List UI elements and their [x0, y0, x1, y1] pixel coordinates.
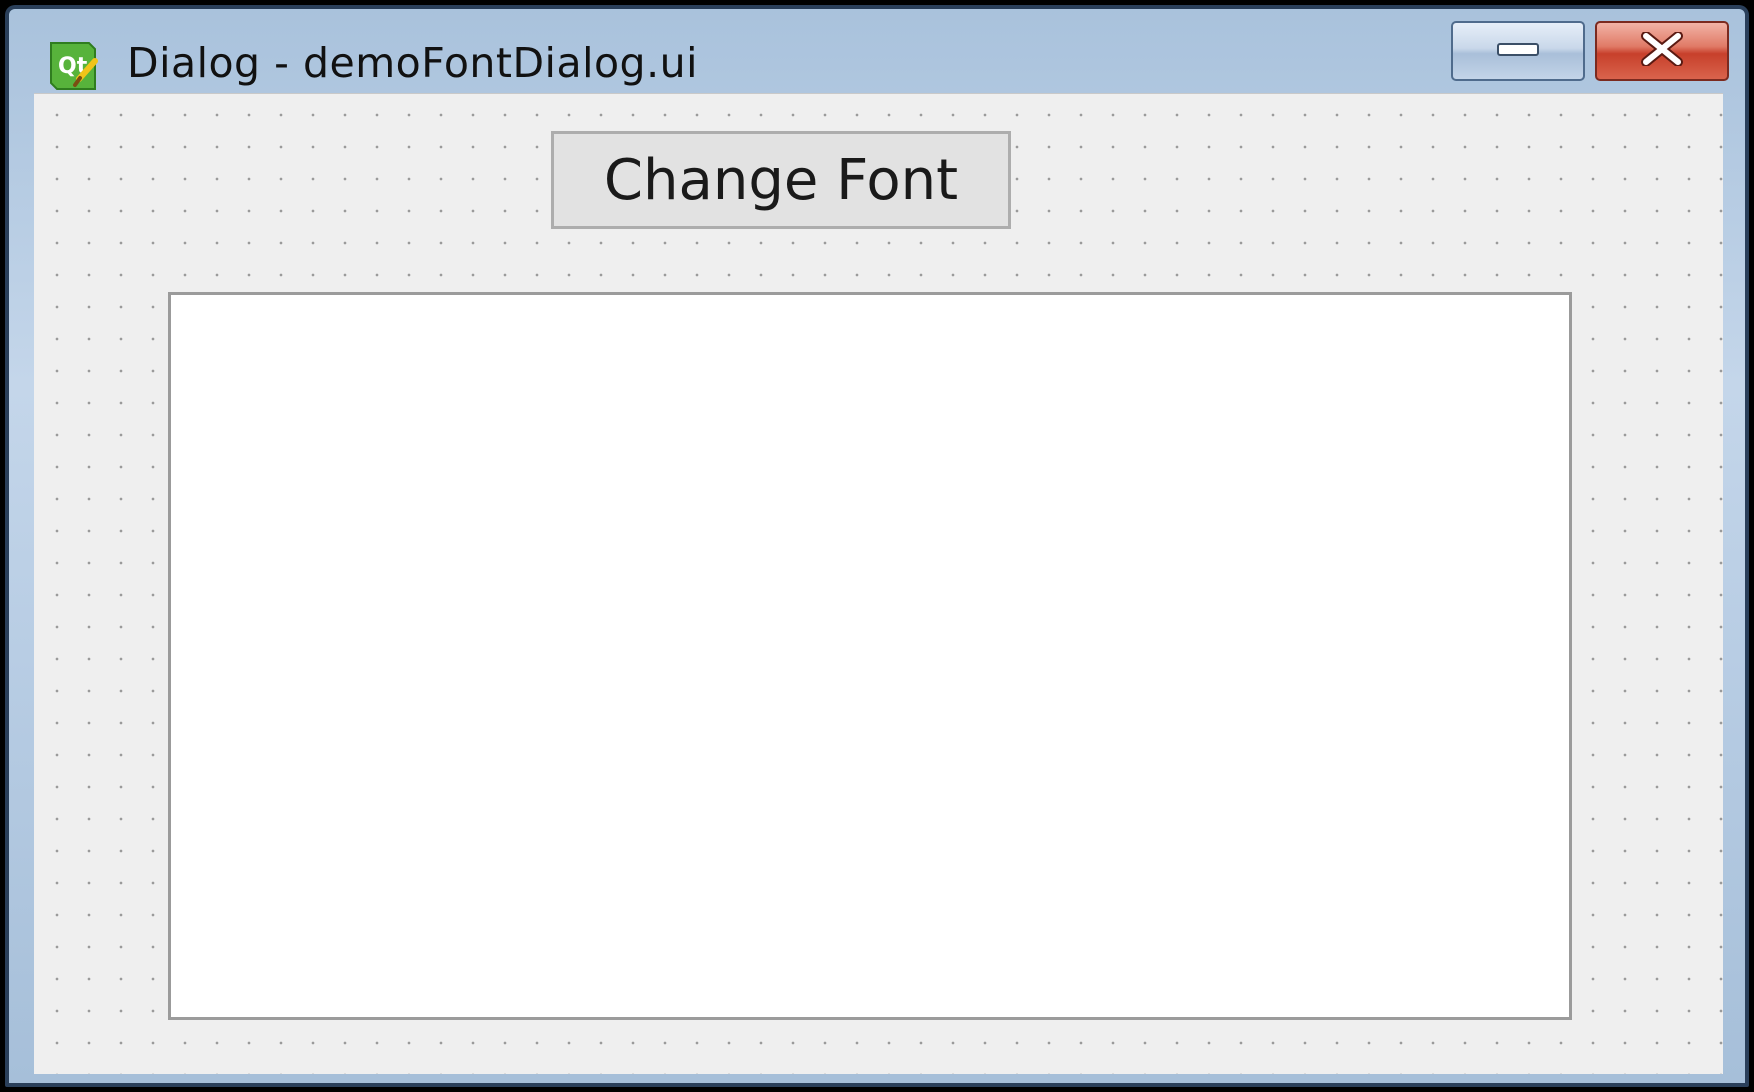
minimize-icon — [1496, 39, 1540, 63]
close-icon — [1638, 31, 1686, 70]
qt-designer-icon: Qt — [45, 41, 99, 91]
designer-form-canvas: Change Font — [34, 93, 1723, 1074]
title-bar[interactable]: Qt Dialog - demoFontDialog.ui — [9, 9, 1745, 93]
window-title: Dialog - demoFontDialog.ui — [127, 39, 698, 87]
close-button[interactable] — [1595, 21, 1729, 81]
change-font-button[interactable]: Change Font — [551, 131, 1011, 229]
dialog-window: Qt Dialog - demoFontDialog.ui Change Fon… — [5, 5, 1749, 1087]
minimize-button[interactable] — [1451, 21, 1585, 81]
text-edit-area[interactable] — [168, 292, 1572, 1020]
